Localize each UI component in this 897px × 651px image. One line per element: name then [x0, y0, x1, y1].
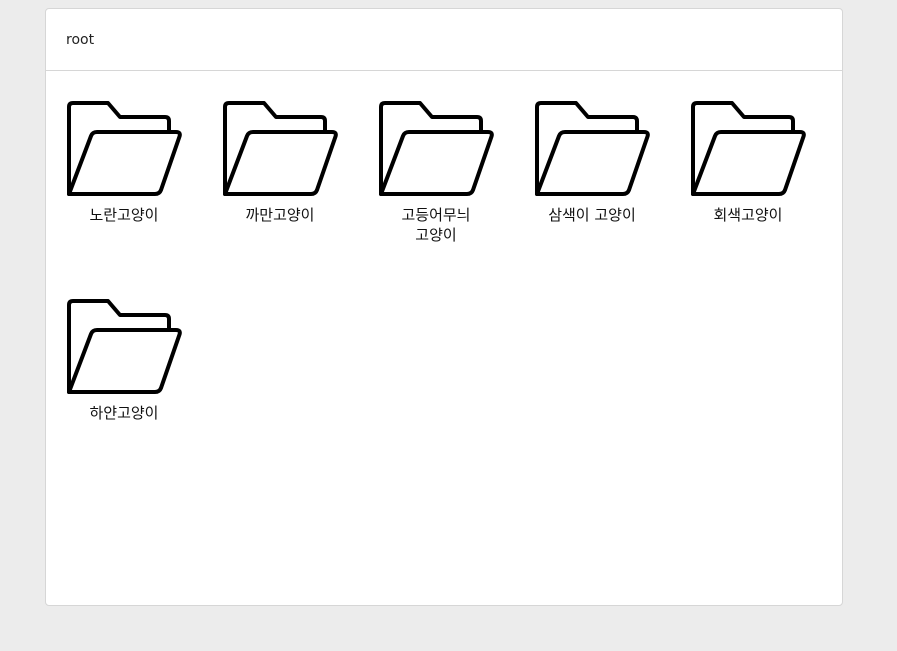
- breadcrumb-bar: root: [46, 9, 842, 71]
- folder-item[interactable]: 까만고양이: [222, 101, 338, 299]
- folder-item[interactable]: 고등어무늬 고양이: [378, 101, 494, 299]
- folder-item[interactable]: 삼색이 고양이: [534, 101, 650, 299]
- folder-name: 고등어무늬 고양이: [401, 206, 471, 244]
- folder-grid: 노란고양이 까만고양이 고등어무늬 고양이 삼색이 고양이 회색고양이 하얀고양…: [66, 101, 846, 497]
- folder-item[interactable]: 노란고양이: [66, 101, 182, 299]
- breadcrumb-root[interactable]: root: [66, 32, 94, 48]
- folder-name: 삼색이 고양이: [548, 206, 636, 224]
- folder-icon: [67, 299, 182, 394]
- file-explorer-window: root 노란고양이 까만고양이 고등어무늬 고양이 삼색이 고양이 회색고양이…: [45, 8, 843, 606]
- folder-item[interactable]: 하얀고양이: [66, 299, 182, 497]
- folder-icon: [691, 101, 806, 196]
- folder-name: 까만고양이: [245, 206, 315, 224]
- folder-icon: [535, 101, 650, 196]
- folder-icon: [67, 101, 182, 196]
- folder-icon: [223, 101, 338, 196]
- folder-name: 노란고양이: [89, 206, 159, 224]
- folder-item[interactable]: 회색고양이: [690, 101, 806, 299]
- folder-name: 하얀고양이: [89, 404, 159, 422]
- folder-name: 회색고양이: [713, 206, 783, 224]
- folder-icon: [379, 101, 494, 196]
